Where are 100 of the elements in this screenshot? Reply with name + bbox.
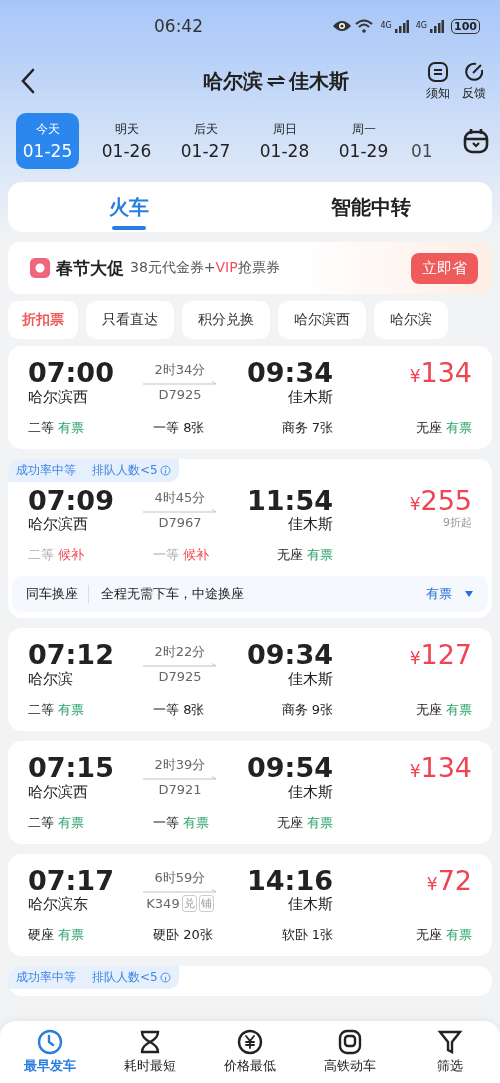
ticket-price: ¥127	[409, 640, 472, 671]
train-card[interactable]: 07:12 哈尔滨 2时22分 D7925 09:34 佳木斯 ¥127 二等 有票 一等 8张 商务 9张 无座 有票	[8, 628, 492, 732]
notice-button[interactable]: 须知	[426, 60, 450, 102]
seat-availability: 二等 有票	[28, 701, 86, 720]
train-number: D7925	[158, 669, 202, 685]
train-card[interactable]: 07:15 哈尔滨西 2时39分 D7921 09:54 佳木斯 ¥134 二等 有票 一等 有票 无座 有票	[8, 741, 492, 844]
trip-duration: 2时34分	[154, 361, 206, 379]
seat-change-status: 有票	[426, 585, 452, 604]
seat-change-bar[interactable]: 同车换座 全程无需下车，中途换座 有票	[12, 576, 488, 613]
train-card[interactable]: 07:00 哈尔滨西 2时34分 D7925 09:34 佳木斯 ¥134 二等 有票 一等 8张 商务 7张 无座 有票	[8, 346, 492, 449]
info-tag: 排队人数<5	[84, 966, 179, 990]
seat-availability: 一等 有票	[153, 813, 211, 832]
trip-duration: 2时39分	[154, 756, 206, 775]
calendar-icon[interactable]	[462, 127, 490, 155]
date-tab[interactable]: 后天 01-27	[174, 113, 237, 169]
info-tag: 排队人数<5	[84, 458, 179, 482]
arrival-time: 09:34	[247, 358, 333, 388]
arrival-station: 佳木斯	[288, 782, 333, 802]
wifi-icon	[355, 19, 374, 33]
train-number: D7925	[158, 387, 202, 402]
sort-tab[interactable]: 高铁动车	[300, 1021, 400, 1083]
train-card[interactable]: 07:17 哈尔滨东 6时59分 K349 兑 铺 14:16 佳木斯 ¥72 硬座 有票 硬卧 20张 软卧 1张 无座 有票	[8, 853, 492, 957]
sort-tab[interactable]: 耗时最短	[100, 1021, 200, 1083]
filter-chip[interactable]: 哈尔滨西	[278, 301, 366, 339]
arrival-time: 09:34	[247, 640, 333, 671]
departure-station: 哈尔滨东	[28, 895, 89, 915]
arrival-station: 佳木斯	[288, 670, 333, 690]
back-icon[interactable]	[20, 68, 36, 94]
filter-chip[interactable]: 哈尔滨	[374, 301, 448, 339]
filter-chip[interactable]: 只看直达	[86, 301, 174, 339]
sort-tab[interactable]: 价格最低	[200, 1021, 300, 1083]
departure-time: 07:12	[28, 640, 115, 671]
pencil-icon	[463, 60, 485, 83]
note-icon	[427, 60, 449, 83]
status-time: 06:42	[154, 16, 203, 36]
signal-icon	[430, 19, 445, 33]
ticket-price: ¥72	[426, 865, 472, 896]
mode-tab[interactable]: 智能中转	[250, 182, 492, 232]
yen-icon	[237, 1029, 263, 1055]
seat-change-text: 全程无需下车，中途换座	[101, 585, 245, 604]
departure-time: 07:15	[28, 753, 115, 783]
date-tab[interactable]: 01	[411, 113, 435, 169]
promo-text: 38元代金券+VIP抢票券	[130, 259, 281, 277]
feedback-button[interactable]: 反馈	[462, 60, 486, 102]
trip-duration: 4时45分	[154, 488, 206, 507]
info-tag: 成功率中等	[8, 966, 84, 990]
date-tab[interactable]: 明天 01-26	[95, 113, 158, 169]
departure-time: 07:00	[28, 358, 115, 388]
seat-availability: 无座 有票	[414, 701, 472, 720]
seat-availability: 二等 有票	[28, 418, 86, 437]
seat-availability: 无座 有票	[414, 418, 472, 437]
promo-title: 春节大促	[56, 256, 124, 280]
train-badge: 铺	[198, 894, 214, 912]
discount-note: 9折起	[443, 515, 472, 531]
seat-availability: 二等 有票	[28, 813, 86, 832]
caret-icon	[464, 590, 474, 599]
info-tag: 成功率中等	[8, 458, 84, 482]
sort-tab[interactable]: 筛选	[400, 1021, 500, 1083]
seat-change-title: 同车换座	[26, 585, 89, 604]
date-tab[interactable]: 今天 01-25	[16, 113, 79, 169]
ticket-price: ¥134	[409, 753, 472, 783]
signal-icon	[394, 19, 409, 33]
sort-tab[interactable]: 最早发车	[0, 1021, 100, 1083]
seat-availability: 无座 有票	[275, 813, 333, 832]
train-icon	[337, 1029, 363, 1055]
departure-time: 07:09	[28, 485, 115, 516]
swap-icon[interactable]	[267, 75, 285, 87]
seat-availability: 一等 8张	[153, 701, 206, 720]
departure-station: 哈尔滨西	[28, 387, 89, 407]
seat-availability: 软卧 1张	[280, 926, 333, 945]
network-label: 4G	[380, 20, 392, 30]
filter-icon	[437, 1029, 463, 1055]
departure-time: 07:17	[28, 865, 115, 896]
seat-availability: 商务 7张	[280, 418, 333, 437]
train-number: D7921	[158, 782, 202, 798]
eye-icon	[332, 19, 353, 33]
date-tab[interactable]: 周日 01-28	[253, 113, 316, 169]
battery-level: 100	[451, 18, 480, 34]
filter-chip[interactable]: 积分兑换	[182, 301, 270, 339]
train-number: D7967	[158, 514, 202, 530]
trip-duration: 2时22分	[154, 643, 206, 662]
departure-station: 哈尔滨	[28, 670, 74, 690]
arrival-station: 佳木斯	[288, 515, 333, 535]
seat-availability: 硬座 有票	[28, 926, 86, 945]
seat-availability: 无座 有票	[414, 926, 472, 945]
seat-availability: 二等 候补	[28, 546, 86, 565]
trip-duration: 6时59分	[154, 868, 206, 887]
origin-city: 哈尔滨	[203, 67, 263, 95]
arrival-station: 佳木斯	[288, 895, 333, 915]
seat-availability: 商务 9张	[280, 701, 333, 720]
seat-availability: 无座 有票	[275, 546, 333, 565]
date-tab[interactable]: 周一 01-29	[332, 113, 395, 169]
seat-availability: 硬卧 20张	[153, 926, 214, 945]
info-icon[interactable]	[159, 464, 171, 476]
ticket-price: ¥255	[409, 485, 472, 516]
train-number: K349	[146, 895, 180, 911]
seat-availability: 一等 8张	[153, 418, 206, 437]
network-label: 4G	[415, 20, 428, 30]
mode-tab[interactable]: 火车	[8, 182, 250, 232]
arrival-station: 佳木斯	[288, 387, 333, 407]
